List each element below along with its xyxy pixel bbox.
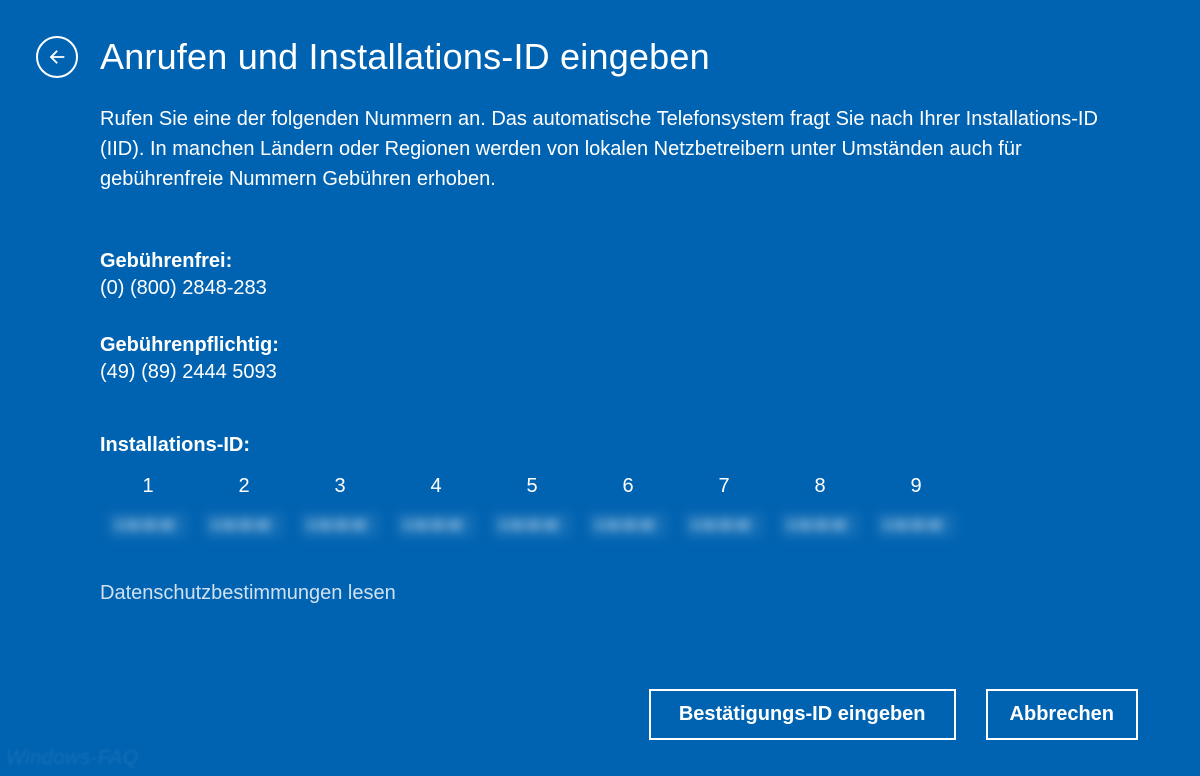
install-id-value-blurred (876, 512, 956, 538)
install-id-col-num: 3 (334, 475, 345, 498)
install-id-value-blurred (108, 512, 188, 538)
install-id-value-blurred (300, 512, 380, 538)
confirm-id-button[interactable]: Bestätigungs-ID eingeben (649, 689, 956, 740)
install-id-col-num: 8 (814, 475, 825, 498)
install-id-col: 5 (484, 475, 580, 538)
install-id-value-blurred (492, 512, 572, 538)
install-id-col: 8 (772, 475, 868, 538)
install-id-col: 2 (196, 475, 292, 538)
install-id-col: 6 (580, 475, 676, 538)
toll-number: (49) (89) 2444 5093 (100, 361, 1100, 384)
install-id-value-blurred (588, 512, 668, 538)
install-id-col: 7 (676, 475, 772, 538)
install-id-col: 3 (292, 475, 388, 538)
arrow-left-icon (46, 46, 68, 68)
install-id-col-num: 4 (430, 475, 441, 498)
install-id-col-num: 6 (622, 475, 633, 498)
install-id-col: 4 (388, 475, 484, 538)
watermark-text: Windows-FAQ (6, 747, 139, 770)
toll-free-label: Gebührenfrei: (100, 250, 1100, 273)
install-id-value-blurred (684, 512, 764, 538)
installation-id-grid: 1 2 3 4 5 6 7 8 (100, 475, 1100, 538)
install-id-col: 1 (100, 475, 196, 538)
install-id-col-num: 9 (910, 475, 921, 498)
back-button[interactable] (36, 36, 78, 78)
toll-free-number: (0) (800) 2848-283 (100, 277, 1100, 300)
install-id-value-blurred (204, 512, 284, 538)
instructions-text: Rufen Sie eine der folgenden Nummern an.… (100, 104, 1100, 194)
privacy-link[interactable]: Datenschutzbestimmungen lesen (100, 582, 396, 605)
install-id-col-num: 1 (142, 475, 153, 498)
install-id-col-num: 2 (238, 475, 249, 498)
install-id-col: 9 (868, 475, 964, 538)
cancel-button[interactable]: Abbrechen (986, 689, 1138, 740)
install-id-value-blurred (396, 512, 476, 538)
install-id-value-blurred (780, 512, 860, 538)
installation-id-label: Installations-ID: (100, 434, 1100, 457)
install-id-col-num: 5 (526, 475, 537, 498)
toll-label: Gebührenpflichtig: (100, 334, 1100, 357)
page-title: Anrufen und Installations-ID eingeben (100, 36, 710, 78)
install-id-col-num: 7 (718, 475, 729, 498)
